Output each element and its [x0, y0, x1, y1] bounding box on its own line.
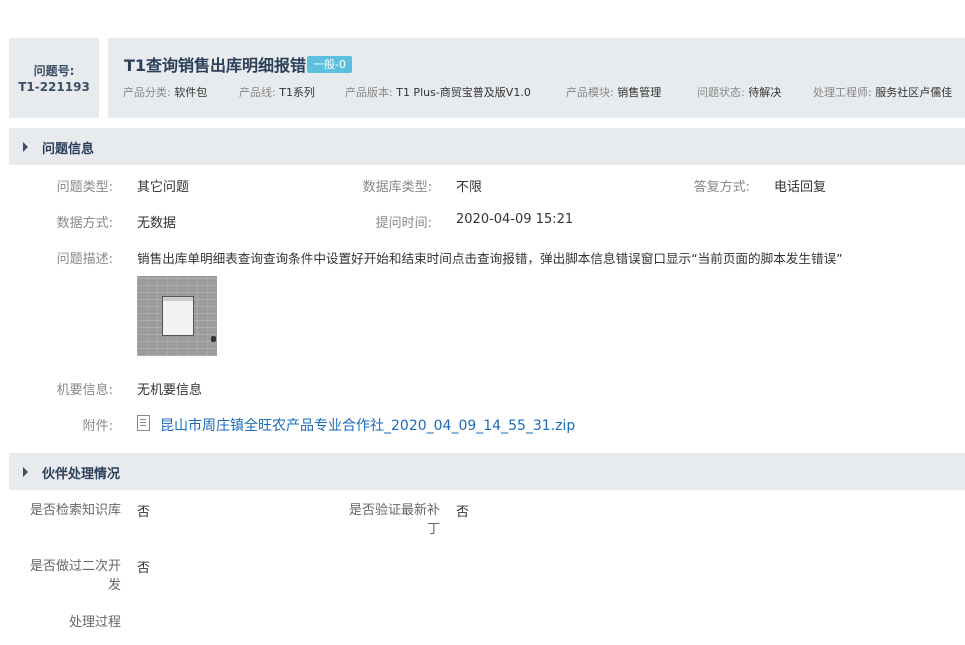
priority-badge: 一般-0: [307, 56, 352, 73]
meta-engineer: 处理工程师: 服务社区卢儒佳: [813, 84, 952, 100]
db-type-label: 数据库类型:: [362, 180, 432, 195]
meta-product-version: 产品版本: T1 Plus-商贸宝普及版V1.0: [345, 84, 531, 100]
meta-value: 软件包: [174, 86, 208, 99]
attachment-label: 附件:: [82, 419, 113, 434]
process-label: 处理过程: [68, 615, 121, 630]
meta-label: 产品线:: [239, 86, 276, 99]
meta-value: T1系列: [279, 86, 315, 99]
data-mode-value: 无数据: [137, 216, 177, 231]
reply-method-label: 答复方式:: [693, 180, 750, 195]
meta-value: T1 Plus-商贸宝普及版V1.0: [396, 86, 531, 99]
patch-verify-value: 否: [456, 505, 470, 520]
section-title: 伙伴处理情况: [42, 467, 121, 482]
meta-product-line: 产品线: T1系列: [239, 84, 315, 100]
meta-issue-status: 问题状态: 待解决: [697, 84, 781, 100]
issue-number-panel: 问题号: T1-221193: [9, 38, 99, 118]
ask-time-value: 2020-04-09 15:21: [456, 212, 574, 227]
problem-type-value: 其它问题: [137, 180, 190, 195]
section-partner-toggle[interactable]: 伙伴处理情况: [9, 453, 965, 490]
problem-type-label: 问题类型:: [56, 180, 113, 195]
meta-value: 销售管理: [617, 86, 662, 99]
description-label: 问题描述:: [56, 252, 113, 267]
page-title: T1查询销售出库明细报错: [124, 56, 307, 75]
screenshot-thumbnail[interactable]: [137, 276, 217, 356]
ask-time-label: 提问时间:: [375, 216, 432, 231]
secret-info-label: 机要信息:: [56, 383, 113, 398]
kb-search-value: 否: [137, 505, 151, 520]
meta-product-category: 产品分类: 软件包: [123, 84, 207, 100]
description-value: 销售出库单明细表查询查询条件中设置好开始和结束时间点击查询报错，弹出脚本信息错误…: [137, 251, 843, 266]
meta-label: 产品模块:: [566, 86, 614, 99]
reply-method-value: 电话回复: [774, 180, 827, 195]
data-mode-label: 数据方式:: [56, 216, 113, 231]
meta-value: 服务社区卢儒佳: [875, 86, 953, 99]
meta-label: 产品版本:: [345, 86, 393, 99]
attachment-link[interactable]: 昆山市周庄镇全旺农产品专业合作社_2020_04_09_14_55_31.zip: [160, 415, 575, 435]
kb-search-label: 是否检索知识库: [29, 503, 121, 518]
meta-value: 待解决: [748, 86, 782, 99]
secret-info-value: 无机要信息: [137, 383, 203, 398]
meta-label: 处理工程师:: [813, 86, 872, 99]
document-icon: [137, 415, 150, 431]
section-issue-info-toggle[interactable]: 问题信息: [9, 128, 965, 165]
section-title: 问题信息: [42, 142, 95, 157]
thumbnail-dialog: [162, 296, 194, 336]
patch-verify-label: 是否验证最新补丁: [348, 503, 440, 537]
issue-number: T1-221193: [18, 80, 90, 94]
secondary-dev-label: 是否做过二次开发: [29, 559, 121, 593]
caret-right-icon: [23, 142, 28, 152]
db-type-value: 不限: [456, 180, 483, 195]
issue-number-label: 问题号:: [33, 64, 75, 78]
issue-header: T1查询销售出库明细报错 一般-0 产品分类: 软件包 产品线: T1系列 产品…: [108, 38, 965, 118]
meta-label: 问题状态:: [697, 86, 745, 99]
caret-right-icon: [23, 467, 28, 477]
thumbnail-dialog-titlebar: [163, 297, 193, 301]
meta-label: 产品分类:: [123, 86, 171, 99]
secondary-dev-value: 否: [137, 561, 151, 576]
thumbnail-marker: [211, 336, 216, 342]
meta-product-module: 产品模块: 销售管理: [566, 84, 661, 100]
